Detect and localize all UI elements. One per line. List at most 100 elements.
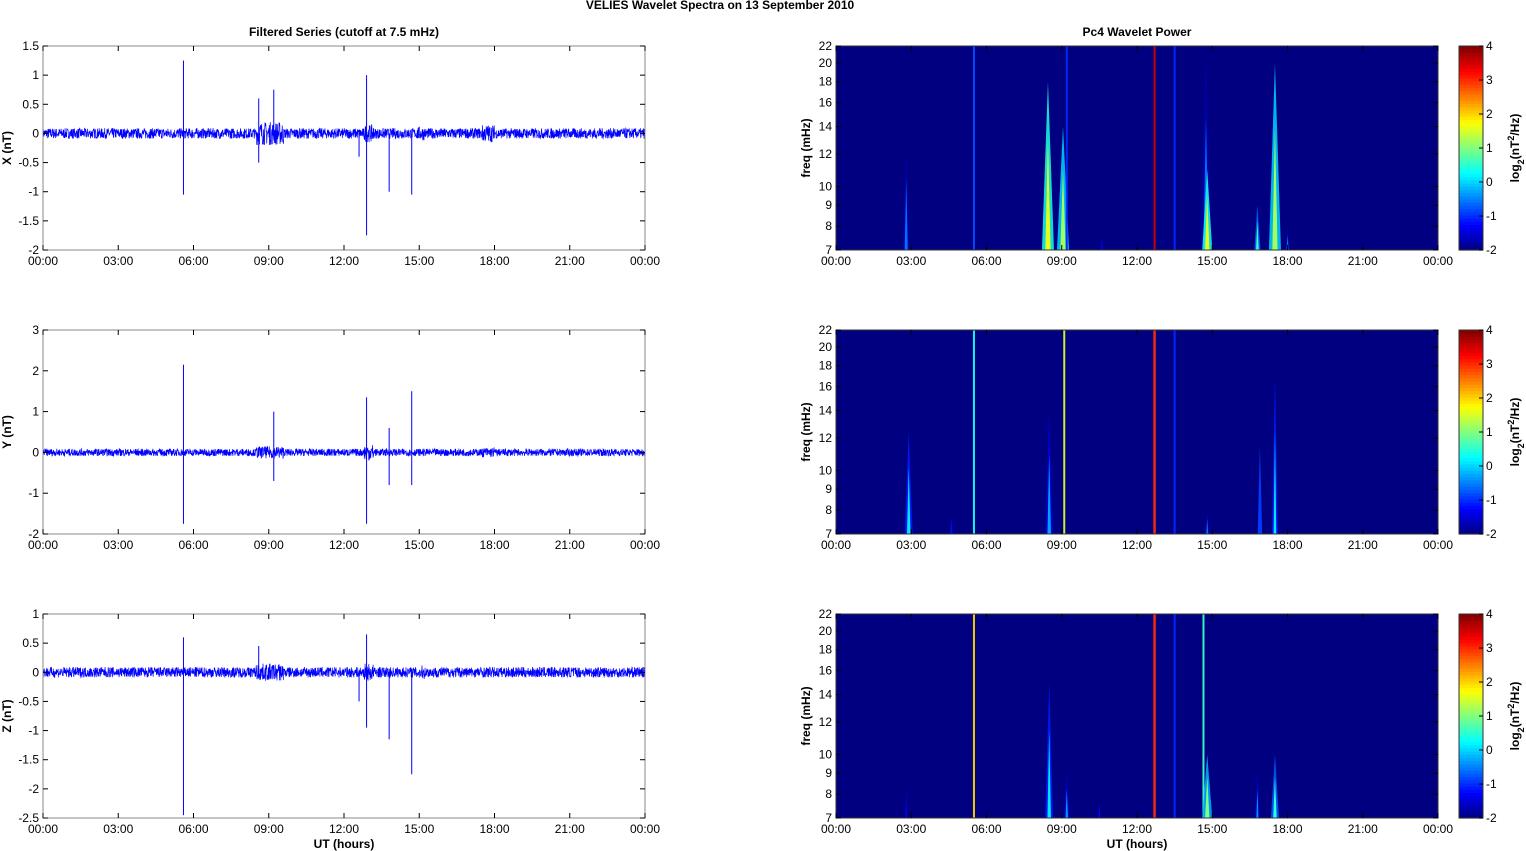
y-tick-label: -2: [28, 527, 39, 541]
y-tick-label: 1: [32, 68, 39, 82]
x-tick-label: 03:00: [103, 254, 133, 268]
x-tick-label: 18:00: [479, 538, 509, 552]
x-tick-label: 09:00: [254, 822, 284, 836]
y-tick-label: 0: [32, 665, 39, 679]
y-tick-label: 0: [32, 126, 39, 140]
colorbar-tick-label: 1: [1486, 425, 1493, 439]
left-column-title: Filtered Series (cutoff at 7.5 mHz): [249, 25, 439, 39]
x-tick-label: 00:00: [630, 254, 660, 268]
y-tick-label: 22: [819, 607, 833, 621]
x-tick-label: 15:00: [1197, 254, 1227, 268]
y-tick-label: 16: [819, 380, 833, 394]
y-tick-label: -0.5: [18, 694, 39, 708]
power-feature: [1173, 614, 1176, 818]
y-tick-label: -1: [28, 486, 39, 500]
x-tick-label: 15:00: [404, 254, 434, 268]
spectrogram-x: 00:00 03:00 06:00 09:00 12:00 15:00 18:00 21:00…: [799, 39, 1526, 268]
x-tick-label: 18:00: [1272, 822, 1302, 836]
series-line: [43, 445, 645, 461]
colorbar-label: log2(nT2/Hz): [1506, 114, 1526, 183]
x-tick-label: 12:00: [1122, 254, 1152, 268]
y-tick-label: 14: [819, 120, 833, 134]
x-tick-label: 00:00: [1423, 822, 1453, 836]
axes-frame: [42, 329, 646, 535]
trace: [43, 634, 645, 816]
colorbar-tick-label: 2: [1486, 107, 1493, 121]
x-tick-label: 12:00: [329, 538, 359, 552]
series-x: 00:00 03:00 06:00 09:00 12:00 15:00 18:00 21:00…: [0, 39, 660, 268]
x-tick-label: 12:00: [329, 822, 359, 836]
right-column-title: Pc4 Wavelet Power: [1083, 25, 1192, 39]
colorbar-tick-label: 1: [1486, 141, 1493, 155]
colorbar-segment: [1459, 46, 1483, 50]
y-tick-label: 7: [825, 811, 832, 825]
x-tick-label: 15:00: [404, 538, 434, 552]
axes-frame: [42, 45, 646, 251]
y-tick-label: 8: [825, 219, 832, 233]
x-tick-label: 06:00: [971, 538, 1001, 552]
power-feature: [972, 330, 975, 534]
y-tick-label: 22: [819, 39, 833, 53]
x-tick-label: 03:00: [896, 254, 926, 268]
colorbar-tick-label: 4: [1486, 607, 1493, 621]
colorbar-label-part: /Hz): [1508, 398, 1522, 420]
x-tick-label: 21:00: [555, 538, 585, 552]
x-tick-label: 21:00: [1348, 538, 1378, 552]
x-tick-label: 12:00: [1122, 822, 1152, 836]
x-tick-label: 06:00: [178, 822, 208, 836]
y-tick-label: 14: [819, 688, 833, 702]
colorbar-label: log2(nT2/Hz): [1506, 682, 1526, 751]
y-tick-label: 0: [32, 445, 39, 459]
colorbar-tick-label: 0: [1486, 743, 1493, 757]
y-axis-label: freq (mHz): [799, 118, 813, 177]
colorbar-segment: [1459, 330, 1483, 334]
spectrogram-y: 00:00 03:00 06:00 09:00 12:00 15:00 18:00 21:00…: [799, 323, 1526, 552]
colorbar-tick-label: 1: [1486, 709, 1493, 723]
colorbar-segment: [1459, 614, 1483, 618]
x-tick-label: 18:00: [479, 822, 509, 836]
power-feature: [1202, 614, 1205, 818]
x-tick-label: 21:00: [555, 254, 585, 268]
x-tick-label: 09:00: [254, 538, 284, 552]
x-tick-label: 15:00: [1197, 822, 1227, 836]
x-tick-label: 12:00: [1122, 538, 1152, 552]
colorbar-label-part: log: [1508, 164, 1522, 182]
y-tick-label: 9: [825, 766, 832, 780]
power-feature: [1153, 614, 1156, 818]
x-tick-label: 03:00: [103, 822, 133, 836]
y-tick-label: 18: [819, 643, 833, 657]
x-tick-label: 15:00: [1197, 538, 1227, 552]
x-tick-label: 03:00: [896, 822, 926, 836]
colorbar-label-part: log: [1508, 732, 1522, 750]
x-tick-label: 00:00: [1423, 538, 1453, 552]
x-tick-label: 06:00: [971, 254, 1001, 268]
y-tick-label: 1.5: [22, 39, 39, 53]
y-tick-label: 18: [819, 359, 833, 373]
x-tick-label: 21:00: [1348, 822, 1378, 836]
power-feature: [1153, 46, 1156, 250]
y-axis-label: freq (mHz): [799, 686, 813, 745]
x-tick-label: 12:00: [329, 254, 359, 268]
y-tick-label: 16: [819, 664, 833, 678]
trace: [43, 60, 645, 236]
colorbar-label-part: (nT: [1508, 424, 1522, 443]
colorbar-tick-label: -1: [1486, 209, 1497, 223]
colorbar-tick-label: -1: [1486, 777, 1497, 791]
axes-frame: [42, 613, 646, 819]
series-line: [43, 663, 645, 681]
y-tick-label: 14: [819, 404, 833, 418]
y-tick-label: -2: [28, 782, 39, 796]
y-tick-label: 8: [825, 787, 832, 801]
series-z: 00:00 03:00 06:00 09:00 12:00 15:00 18:00 21:00…: [0, 607, 660, 836]
colorbar-tick-label: 2: [1486, 675, 1493, 689]
y-tick-label: -1.5: [18, 753, 39, 767]
y-tick-label: -2.5: [18, 811, 39, 825]
y-axis-label: Z (nT): [0, 699, 14, 732]
y-tick-label: 12: [819, 147, 833, 161]
y-tick-label: 18: [819, 75, 833, 89]
trace: [43, 364, 645, 524]
colorbar-tick-label: 3: [1486, 357, 1493, 371]
colorbar: -2 -1 0 1 2 3 4 log2(nT2/Hz): [1458, 39, 1526, 257]
colorbar-label: log2(nT2/Hz): [1506, 398, 1526, 467]
x-tick-label: 18:00: [1272, 538, 1302, 552]
